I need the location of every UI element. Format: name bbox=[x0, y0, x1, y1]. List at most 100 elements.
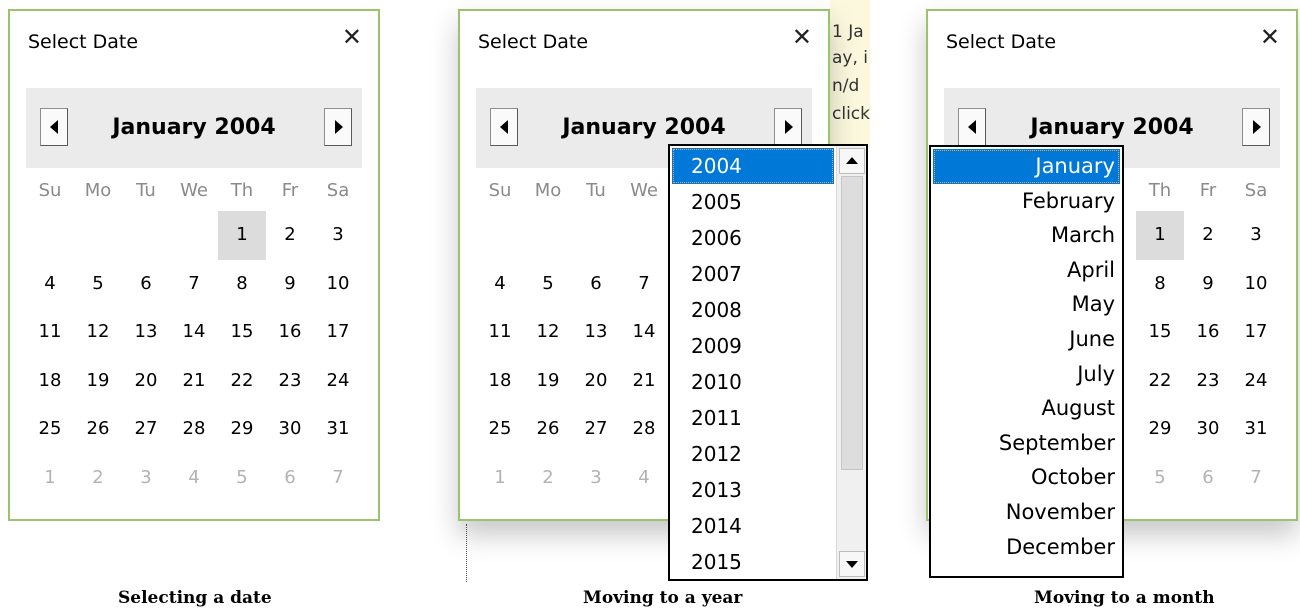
scrollbar-thumb[interactable] bbox=[841, 176, 863, 470]
month-option[interactable]: June bbox=[933, 322, 1120, 357]
day-cell[interactable]: 22 bbox=[218, 357, 266, 406]
month-selector[interactable]: January bbox=[1030, 115, 1124, 140]
next-month-button[interactable] bbox=[1242, 108, 1270, 146]
day-cell[interactable]: 15 bbox=[218, 308, 266, 357]
month-option[interactable]: August bbox=[933, 391, 1120, 426]
day-cell[interactable]: 7 bbox=[170, 260, 218, 309]
day-cell[interactable]: 10 bbox=[314, 260, 362, 309]
day-cell[interactable]: 12 bbox=[524, 308, 572, 357]
year-option[interactable]: 2015 bbox=[672, 544, 834, 580]
selected-day-cell[interactable]: 1 bbox=[1136, 211, 1184, 260]
close-icon[interactable]: ✕ bbox=[792, 25, 812, 49]
next-month-day-cell[interactable]: 2 bbox=[524, 454, 572, 503]
day-cell[interactable]: 22 bbox=[1136, 357, 1184, 406]
day-cell[interactable]: 26 bbox=[524, 405, 572, 454]
next-month-day-cell[interactable]: 1 bbox=[476, 454, 524, 503]
year-selector[interactable]: 2004 bbox=[664, 115, 725, 140]
month-option[interactable]: May bbox=[933, 287, 1120, 322]
next-month-day-cell[interactable]: 3 bbox=[572, 454, 620, 503]
next-month-day-cell[interactable]: 5 bbox=[1136, 454, 1184, 503]
next-month-day-cell[interactable]: 7 bbox=[314, 454, 362, 503]
day-cell[interactable]: 24 bbox=[1232, 357, 1280, 406]
year-list-scrollbar[interactable] bbox=[836, 146, 866, 579]
day-cell[interactable]: 5 bbox=[524, 260, 572, 309]
day-cell[interactable]: 8 bbox=[1136, 260, 1184, 309]
next-month-day-cell[interactable]: 3 bbox=[122, 454, 170, 503]
previous-month-button[interactable] bbox=[958, 108, 986, 146]
day-cell[interactable]: 20 bbox=[572, 357, 620, 406]
day-cell[interactable]: 10 bbox=[1232, 260, 1280, 309]
month-option[interactable]: October bbox=[933, 460, 1120, 495]
year-selector[interactable]: 2004 bbox=[214, 115, 275, 140]
month-option[interactable]: February bbox=[933, 184, 1120, 219]
day-cell[interactable]: 6 bbox=[572, 260, 620, 309]
day-cell[interactable]: 21 bbox=[170, 357, 218, 406]
day-cell[interactable]: 9 bbox=[266, 260, 314, 309]
day-cell[interactable]: 28 bbox=[170, 405, 218, 454]
day-cell[interactable]: 5 bbox=[74, 260, 122, 309]
selected-day-cell[interactable]: 1 bbox=[218, 211, 266, 260]
year-option-selected[interactable]: 2004 bbox=[672, 148, 834, 184]
day-cell[interactable]: 26 bbox=[74, 405, 122, 454]
day-cell[interactable]: 14 bbox=[620, 308, 668, 357]
year-option[interactable]: 2014 bbox=[672, 508, 834, 544]
next-month-day-cell[interactable]: 7 bbox=[1232, 454, 1280, 503]
scroll-up-button[interactable] bbox=[839, 148, 865, 174]
year-selector[interactable]: 2004 bbox=[1132, 115, 1193, 140]
day-cell[interactable]: 11 bbox=[26, 308, 74, 357]
day-cell[interactable]: 11 bbox=[476, 308, 524, 357]
day-cell[interactable]: 20 bbox=[122, 357, 170, 406]
next-month-day-cell[interactable]: 6 bbox=[1184, 454, 1232, 503]
day-cell[interactable]: 12 bbox=[74, 308, 122, 357]
day-cell[interactable]: 15 bbox=[1136, 308, 1184, 357]
previous-month-button[interactable] bbox=[490, 108, 518, 146]
day-cell[interactable]: 18 bbox=[476, 357, 524, 406]
day-cell[interactable]: 21 bbox=[620, 357, 668, 406]
day-cell[interactable]: 27 bbox=[122, 405, 170, 454]
year-option[interactable]: 2012 bbox=[672, 436, 834, 472]
day-cell[interactable]: 17 bbox=[314, 308, 362, 357]
year-option[interactable]: 2013 bbox=[672, 472, 834, 508]
day-cell[interactable]: 28 bbox=[620, 405, 668, 454]
day-cell[interactable]: 24 bbox=[314, 357, 362, 406]
year-option[interactable]: 2006 bbox=[672, 220, 834, 256]
month-option[interactable]: November bbox=[933, 495, 1120, 530]
next-month-day-cell[interactable]: 1 bbox=[26, 454, 74, 503]
day-cell[interactable]: 30 bbox=[266, 405, 314, 454]
day-cell[interactable]: 25 bbox=[26, 405, 74, 454]
next-month-day-cell[interactable]: 5 bbox=[218, 454, 266, 503]
day-cell[interactable]: 29 bbox=[218, 405, 266, 454]
day-cell[interactable]: 2 bbox=[1184, 211, 1232, 260]
day-cell[interactable]: 13 bbox=[572, 308, 620, 357]
scroll-down-button[interactable] bbox=[839, 551, 865, 577]
month-option[interactable]: September bbox=[933, 426, 1120, 461]
year-option[interactable]: 2005 bbox=[672, 184, 834, 220]
month-option[interactable]: December bbox=[933, 530, 1120, 565]
day-cell[interactable]: 17 bbox=[1232, 308, 1280, 357]
month-option[interactable]: March bbox=[933, 218, 1120, 253]
day-cell[interactable]: 13 bbox=[122, 308, 170, 357]
day-cell[interactable]: 25 bbox=[476, 405, 524, 454]
day-cell[interactable]: 18 bbox=[26, 357, 74, 406]
year-option[interactable]: 2009 bbox=[672, 328, 834, 364]
day-cell[interactable]: 23 bbox=[266, 357, 314, 406]
day-cell[interactable]: 3 bbox=[314, 211, 362, 260]
close-icon[interactable]: ✕ bbox=[342, 25, 362, 49]
day-cell[interactable]: 19 bbox=[74, 357, 122, 406]
month-dropdown-list[interactable]: January February March April May June Ju… bbox=[929, 145, 1124, 578]
day-cell[interactable]: 6 bbox=[122, 260, 170, 309]
day-cell[interactable]: 31 bbox=[1232, 405, 1280, 454]
day-cell[interactable]: 27 bbox=[572, 405, 620, 454]
day-cell[interactable]: 14 bbox=[170, 308, 218, 357]
next-month-day-cell[interactable]: 4 bbox=[170, 454, 218, 503]
day-cell[interactable]: 9 bbox=[1184, 260, 1232, 309]
next-month-button[interactable] bbox=[774, 108, 802, 146]
next-month-day-cell[interactable]: 6 bbox=[266, 454, 314, 503]
next-month-day-cell[interactable]: 2 bbox=[74, 454, 122, 503]
year-option[interactable]: 2010 bbox=[672, 364, 834, 400]
day-cell[interactable]: 4 bbox=[26, 260, 74, 309]
day-cell[interactable]: 2 bbox=[266, 211, 314, 260]
day-cell[interactable]: 16 bbox=[1184, 308, 1232, 357]
next-month-day-cell[interactable]: 4 bbox=[620, 454, 668, 503]
month-selector[interactable]: January bbox=[562, 115, 656, 140]
